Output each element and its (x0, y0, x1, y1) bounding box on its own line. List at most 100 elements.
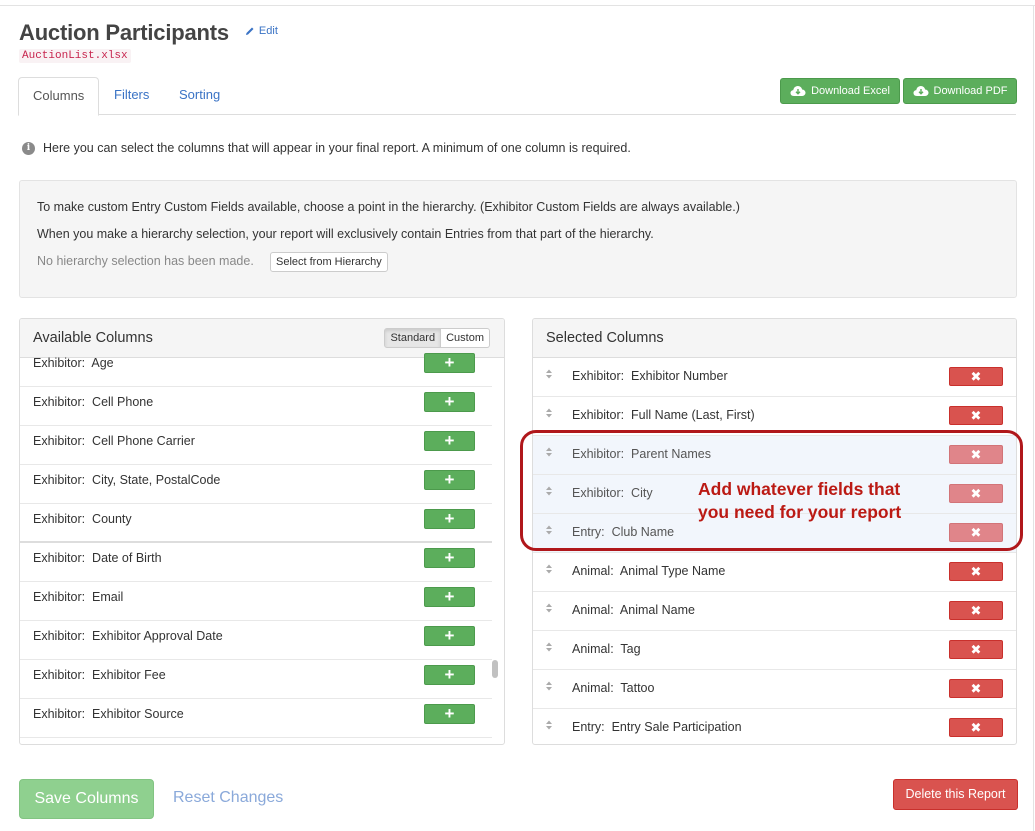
available-column-label: Exhibitor: Date of Birth (33, 551, 162, 565)
tab-columns[interactable]: Columns (18, 77, 100, 116)
cloud-download-icon (790, 86, 806, 96)
remove-column-button[interactable]: ✖ (949, 406, 1003, 425)
add-column-button[interactable]: + (424, 626, 475, 646)
available-columns-title: Available Columns (33, 330, 153, 346)
available-list-scrollbar[interactable] (492, 660, 498, 678)
selected-columns-panel: Selected Columns Exhibitor: Exhibitor Nu… (532, 318, 1017, 745)
selected-column-label: Exhibitor: Full Name (Last, First) (572, 408, 755, 422)
edit-link[interactable]: Edit (245, 25, 278, 37)
available-column-row: Exhibitor: Cell Phone + (20, 387, 492, 426)
add-column-button[interactable]: + (424, 392, 475, 412)
available-column-label: Exhibitor: Exhibitor Fee (33, 668, 166, 682)
hierarchy-help-2: When you make a hierarchy selection, you… (37, 227, 654, 241)
selected-column-row[interactable]: Exhibitor: Parent Names ✖ (533, 436, 1016, 475)
drag-handle-icon[interactable] (544, 563, 554, 575)
edit-label: Edit (258, 25, 278, 37)
selected-column-row[interactable]: Exhibitor: Full Name (Last, First) ✖ (533, 397, 1016, 436)
hierarchy-status: No hierarchy selection has been made. (37, 254, 254, 268)
download-pdf-label: Download PDF (933, 85, 1008, 97)
add-column-button[interactable]: + (424, 431, 475, 451)
hierarchy-panel: To make custom Entry Custom Fields avail… (19, 180, 1017, 298)
save-columns-button[interactable]: Save Columns (19, 779, 154, 819)
info-message: i Here you can select the columns that w… (22, 141, 631, 155)
remove-column-button[interactable]: ✖ (949, 601, 1003, 620)
info-text: Here you can select the columns that wil… (43, 141, 631, 155)
remove-column-button[interactable]: ✖ (949, 523, 1003, 542)
drag-handle-icon[interactable] (544, 602, 554, 614)
selected-column-label: Exhibitor: Parent Names (572, 447, 711, 461)
reset-changes-link[interactable]: Reset Changes (173, 789, 283, 807)
selected-column-label: Animal: Tattoo (572, 681, 655, 695)
drag-handle-icon[interactable] (544, 641, 554, 653)
available-column-label: Exhibitor: Age (33, 356, 114, 370)
annotation-line-2: you need for your report (698, 502, 902, 522)
right-divider (1033, 5, 1034, 831)
selected-column-label: Entry: Entry Sale Participation (572, 720, 742, 734)
add-column-button[interactable]: + (424, 704, 475, 724)
drag-handle-icon[interactable] (544, 680, 554, 692)
drag-handle-icon[interactable] (544, 368, 554, 380)
selected-columns-title: Selected Columns (546, 330, 664, 346)
add-column-button[interactable]: + (424, 548, 475, 568)
available-column-row: Exhibitor: Date of Birth + (20, 543, 492, 582)
available-column-label: Exhibitor: Cell Phone (33, 395, 154, 409)
available-column-label: Exhibitor: Email (33, 590, 124, 604)
selected-column-label: Exhibitor: City (572, 486, 653, 500)
remove-column-button[interactable]: ✖ (949, 679, 1003, 698)
select-hierarchy-button[interactable]: Select from Hierarchy (270, 252, 388, 272)
top-divider (0, 5, 1035, 6)
tab-sorting[interactable]: Sorting (165, 77, 234, 115)
custom-toggle-button[interactable]: Custom (441, 328, 490, 348)
selected-column-row[interactable]: Animal: Tag ✖ (533, 631, 1016, 670)
available-column-row: Exhibitor: Exhibitor Fee + (20, 660, 492, 699)
annotation-text: Add whatever fields that you need for yo… (698, 478, 901, 524)
remove-column-button[interactable]: ✖ (949, 562, 1003, 581)
report-filename: AuctionList.xlsx (19, 49, 131, 63)
selected-column-row[interactable]: Exhibitor: Exhibitor Number ✖ (533, 358, 1016, 397)
selected-column-row[interactable]: Animal: Animal Name ✖ (533, 592, 1016, 631)
add-column-button[interactable]: + (424, 353, 475, 373)
selected-columns-header: Selected Columns (533, 319, 1016, 358)
standard-toggle-button[interactable]: Standard (384, 328, 442, 348)
selected-column-label: Animal: Tag (572, 642, 641, 656)
available-column-label: Exhibitor: Cell Phone Carrier (33, 434, 195, 448)
available-column-row: Exhibitor: City, State, PostalCode + (20, 465, 492, 504)
remove-column-button[interactable]: ✖ (949, 640, 1003, 659)
selected-column-row[interactable]: Animal: Tattoo ✖ (533, 670, 1016, 709)
available-column-row: Exhibitor: County + (20, 504, 492, 543)
download-pdf-button[interactable]: Download PDF (903, 78, 1017, 104)
drag-handle-icon[interactable] (544, 719, 554, 731)
add-column-button[interactable]: + (424, 665, 475, 685)
selected-column-row[interactable]: Entry: Entry Sale Participation ✖ (533, 709, 1016, 744)
available-column-label: Exhibitor: Exhibitor Source (33, 707, 184, 721)
available-column-row: Exhibitor: Exhibitor Source + (20, 699, 492, 738)
available-column-row: Exhibitor: Email + (20, 582, 492, 621)
hierarchy-help-1: To make custom Entry Custom Fields avail… (37, 200, 740, 214)
add-column-button[interactable]: + (424, 587, 475, 607)
page-title: Auction Participants (19, 20, 229, 45)
add-column-button[interactable]: + (424, 470, 475, 490)
add-column-button[interactable]: + (424, 509, 475, 529)
remove-column-button[interactable]: ✖ (949, 484, 1003, 503)
drag-handle-icon[interactable] (544, 485, 554, 497)
drag-handle-icon[interactable] (544, 407, 554, 419)
pencil-icon (245, 27, 254, 35)
selected-column-label: Animal: Animal Type Name (572, 564, 726, 578)
selected-column-label: Exhibitor: Exhibitor Number (572, 369, 728, 383)
delete-report-button[interactable]: Delete this Report (893, 779, 1018, 810)
remove-column-button[interactable]: ✖ (949, 367, 1003, 386)
tab-filters[interactable]: Filters (100, 77, 163, 115)
selected-column-row[interactable]: Animal: Animal Type Name ✖ (533, 553, 1016, 592)
drag-handle-icon[interactable] (544, 446, 554, 458)
remove-column-button[interactable]: ✖ (949, 445, 1003, 464)
available-column-row: Exhibitor: Cell Phone Carrier + (20, 426, 492, 465)
drag-handle-icon[interactable] (544, 524, 554, 536)
annotation-line-1: Add whatever fields that (698, 479, 901, 499)
available-column-row: Exhibitor: Exhibitor Approval Date + (20, 621, 492, 660)
remove-column-button[interactable]: ✖ (949, 718, 1003, 737)
selected-column-label: Animal: Animal Name (572, 603, 695, 617)
cloud-download-icon (913, 86, 928, 96)
download-excel-button[interactable]: Download Excel (780, 78, 900, 104)
download-excel-label: Download Excel (811, 85, 890, 97)
title-row: Auction Participants Edit (19, 20, 278, 46)
